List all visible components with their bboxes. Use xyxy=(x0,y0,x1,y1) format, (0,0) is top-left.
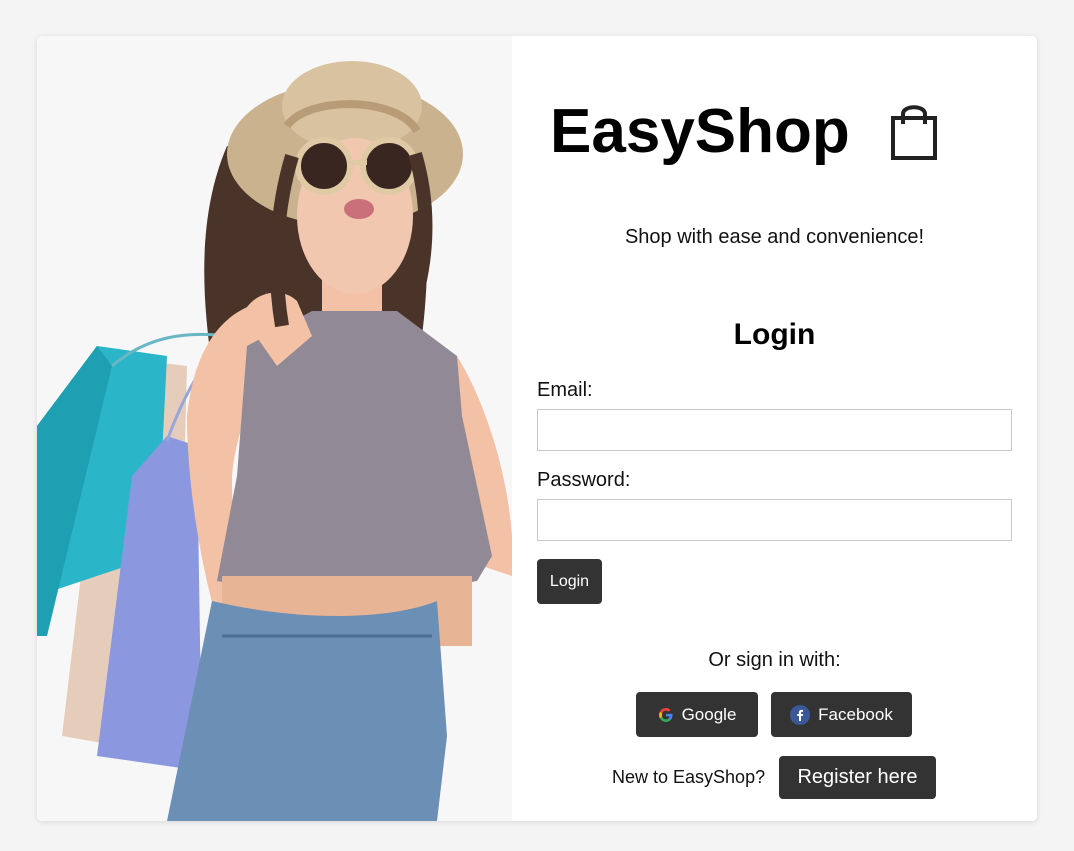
facebook-button-label: Facebook xyxy=(818,704,893,724)
register-button[interactable]: Register here xyxy=(779,756,936,799)
email-field[interactable] xyxy=(537,409,1012,451)
tagline: Shop with ease and convenience! xyxy=(624,226,925,248)
email-label: Email: xyxy=(537,379,593,401)
facebook-icon xyxy=(790,704,811,725)
social-signin-prompt: Or sign in with: xyxy=(708,649,841,671)
google-icon xyxy=(658,707,674,723)
new-user-prompt: New to EasyShop? xyxy=(612,767,766,787)
google-button-label: Google xyxy=(681,704,737,724)
shopping-bag-icon xyxy=(890,100,938,167)
google-signin-button[interactable]: Google xyxy=(636,692,758,737)
login-button[interactable]: Login xyxy=(537,559,602,604)
login-card: EasyShop Shop with ease and convenience!… xyxy=(37,36,1037,821)
hero-image xyxy=(37,36,512,821)
woman-with-shopping-bags-illustration xyxy=(37,36,512,821)
login-heading: Login xyxy=(733,318,816,351)
password-field[interactable] xyxy=(537,499,1012,541)
facebook-signin-button[interactable]: Facebook xyxy=(771,692,912,737)
brand-title: EasyShop xyxy=(550,97,850,166)
password-label: Password: xyxy=(537,469,631,491)
login-panel: EasyShop Shop with ease and convenience!… xyxy=(512,36,1037,821)
